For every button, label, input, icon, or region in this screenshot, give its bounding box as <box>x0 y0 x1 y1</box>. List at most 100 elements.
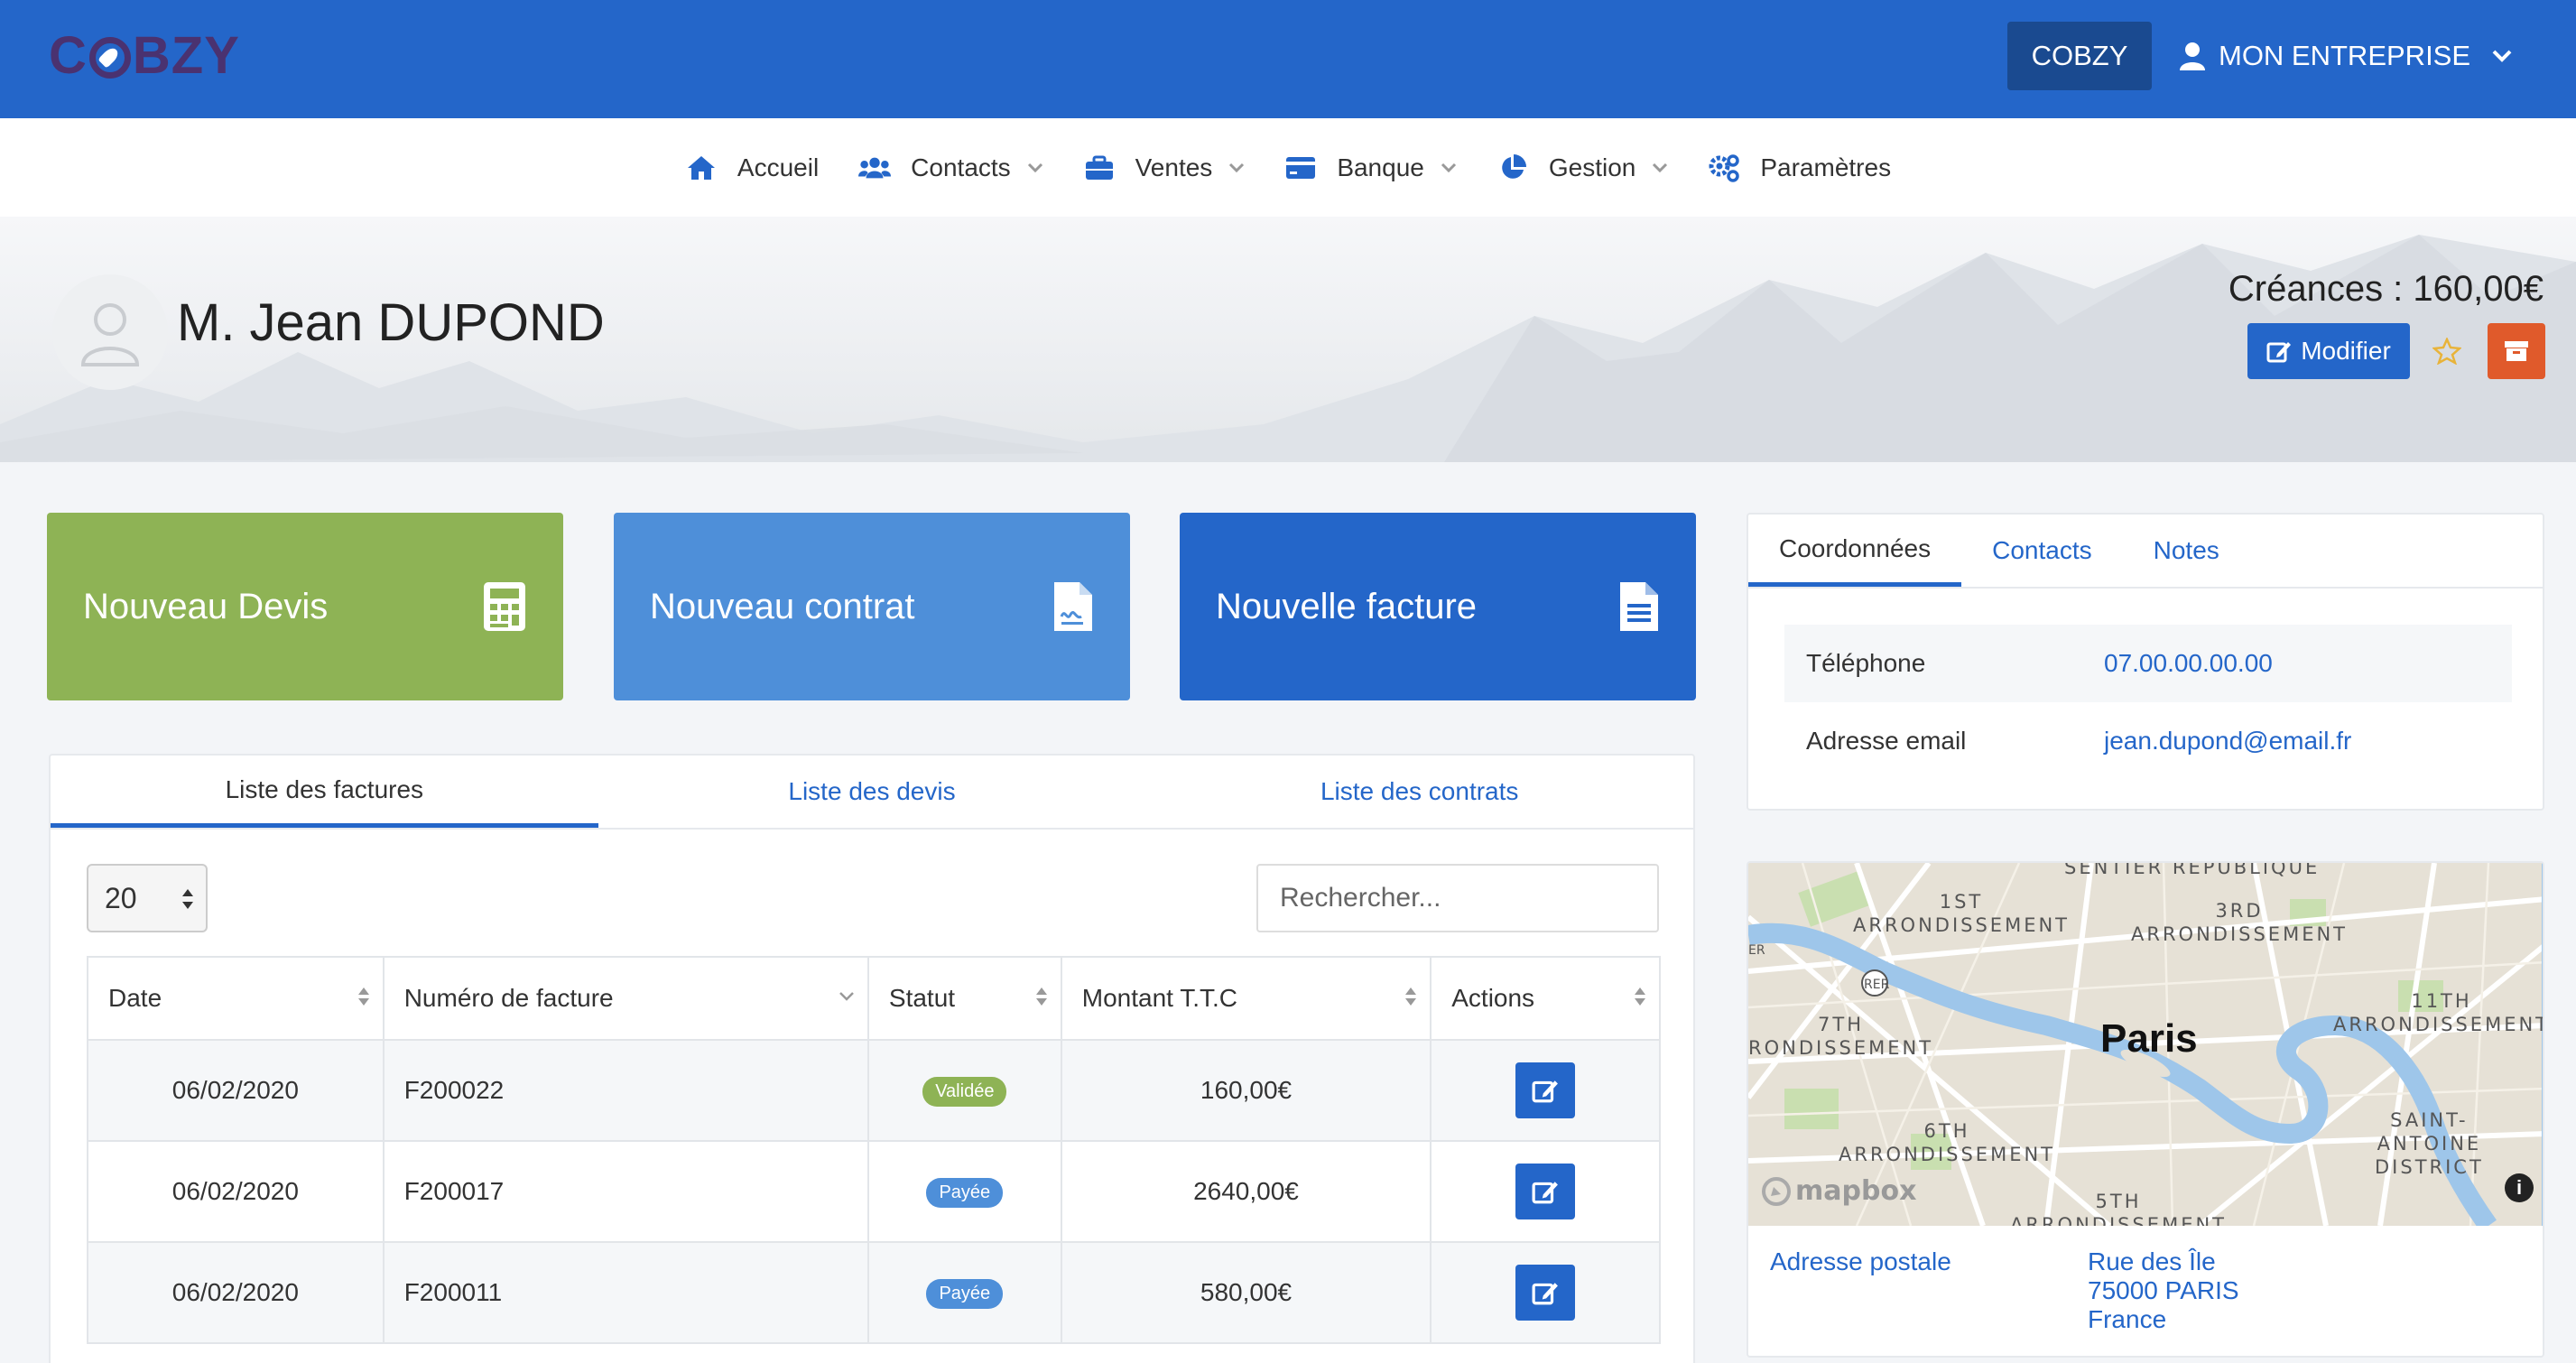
nav-accueil[interactable]: Accueil <box>685 152 819 184</box>
coordinates-list: Téléphone 07.00.00.00.00 Adresse email j… <box>1784 625 2512 780</box>
favorite-button[interactable] <box>2424 323 2469 379</box>
col-invoice-number[interactable]: Numéro de facture <box>382 956 869 1041</box>
col-actions[interactable]: Actions <box>1430 956 1661 1041</box>
phone-link[interactable]: 07.00.00.00.00 <box>2104 649 2273 678</box>
phone-label: Téléphone <box>1806 649 1926 677</box>
chevron-down-icon <box>2492 50 2512 62</box>
col-label: Montant T.T.C <box>1081 984 1237 1012</box>
map-label: 1ST ARRONDISSEMENT <box>1853 891 2071 936</box>
edit-icon <box>1532 1182 1559 1204</box>
nav-parametres[interactable]: Paramètres <box>1708 152 1891 184</box>
calculator-icon <box>484 582 525 631</box>
col-amount[interactable]: Montant T.T.C <box>1060 956 1432 1041</box>
col-label: Numéro de facture <box>403 984 614 1012</box>
contact-name: M. Jean DUPOND <box>177 293 605 352</box>
page-size-value: 20 <box>105 881 137 914</box>
cell-actions <box>1430 1140 1661 1243</box>
sort-desc-icon <box>839 992 854 1001</box>
info-icon[interactable]: i <box>2505 1173 2534 1202</box>
nav-contacts[interactable]: Contacts <box>858 152 1043 184</box>
new-quote-card[interactable]: Nouveau Devis <box>47 513 563 700</box>
email-label: Adresse email <box>1806 727 1967 755</box>
cell-date: 06/02/2020 <box>87 1140 385 1243</box>
chevron-down-icon <box>1441 162 1456 172</box>
edit-icon <box>1532 1080 1559 1103</box>
archive-button[interactable] <box>2488 323 2545 379</box>
gears-icon <box>1708 152 1740 184</box>
mapbox-attribution[interactable]: mapbox <box>1761 1175 1916 1207</box>
creances-total: Créances : 160,00€ <box>2228 269 2544 309</box>
tab-contracts[interactable]: Liste des contrats <box>1145 756 1693 828</box>
map-label: 6TH ARRONDISSEMENT <box>1839 1120 2056 1165</box>
mapbox-logo-icon <box>1762 1176 1791 1206</box>
nav-ventes[interactable]: Ventes <box>1083 152 1246 184</box>
map-label: 11TH ARRONDISSEMENT <box>2333 990 2544 1035</box>
cell-actions <box>1430 1241 1661 1344</box>
table-row: 06/02/2020 F200011 Payée 580,00€ <box>87 1241 1661 1344</box>
map-label: 7TH RONDISSEMENT <box>1748 1014 1934 1059</box>
address-map-panel: SENTIER RÉPUBLIQUE 1ST ARRONDISSEMENT 3R… <box>1747 861 2544 1358</box>
edit-icon <box>1532 1283 1559 1305</box>
new-contract-label: Nouveau contrat <box>650 586 915 626</box>
address-line: France <box>2088 1305 2167 1333</box>
cell-amount: 160,00€ <box>1060 1039 1432 1142</box>
tab-invoices[interactable]: Liste des factures <box>51 756 598 828</box>
logo-letter: C <box>49 26 88 85</box>
top-bar: C BZY COBZY MON ENTREPRISE <box>0 0 2576 118</box>
nav-label: Contacts <box>911 153 1011 181</box>
cell-status: Validée <box>866 1039 1062 1142</box>
cobzy-logo[interactable]: C BZY <box>49 25 240 86</box>
tab-quotes[interactable]: Liste des devis <box>598 756 1146 828</box>
edit-invoice-button[interactable] <box>1515 1062 1576 1118</box>
list-item: Adresse email jean.dupond@email.fr <box>1784 702 2512 780</box>
file-text-icon <box>1620 582 1658 631</box>
briefcase-icon <box>1083 152 1116 184</box>
table-row: 06/02/2020 F200017 Payée 2640,00€ <box>87 1140 1661 1243</box>
edit-invoice-button[interactable] <box>1515 1164 1576 1219</box>
table-row: 06/02/2020 F200022 Validée 160,00€ <box>87 1039 1661 1142</box>
home-icon <box>685 152 718 184</box>
pie-chart-icon <box>1496 152 1529 184</box>
edit-invoice-button[interactable] <box>1515 1265 1576 1321</box>
chevron-down-icon <box>1027 162 1042 172</box>
email-link[interactable]: jean.dupond@email.fr <box>2104 727 2351 756</box>
map-city-label: Paris <box>2100 1016 2198 1061</box>
nav-gestion[interactable]: Gestion <box>1496 152 1669 184</box>
logo-letters: BZY <box>132 26 240 85</box>
cell-actions <box>1430 1039 1661 1142</box>
company-button[interactable]: COBZY <box>2007 22 2152 90</box>
nav-banque[interactable]: Banque <box>1284 152 1457 184</box>
new-contract-card[interactable]: Nouveau contrat <box>614 513 1130 700</box>
archive-icon <box>2505 341 2528 361</box>
detail-tabs: Coordonnées Contacts Notes <box>1748 515 2543 589</box>
file-signature-icon <box>1054 582 1092 631</box>
modify-button[interactable]: Modifier <box>2247 323 2410 379</box>
nav-label: Accueil <box>737 153 820 181</box>
cell-amount: 580,00€ <box>1060 1241 1432 1344</box>
tab-contacts[interactable]: Contacts <box>1961 515 2123 587</box>
col-date[interactable]: Date <box>87 956 385 1041</box>
map[interactable]: SENTIER RÉPUBLIQUE 1ST ARRONDISSEMENT 3R… <box>1748 863 2544 1226</box>
col-label: Actions <box>1451 984 1535 1012</box>
new-quote-label: Nouveau Devis <box>83 586 329 626</box>
tab-coordonnees[interactable]: Coordonnées <box>1748 515 1962 587</box>
sort-icon <box>1035 987 1047 1006</box>
page-size-select[interactable]: 20 <box>87 864 208 932</box>
rocket-icon <box>88 37 131 79</box>
address-lines[interactable]: Rue des Île 75000 PARIS France <box>2088 1247 2239 1334</box>
new-invoice-card[interactable]: Nouvelle facture <box>1180 513 1696 700</box>
sort-icon <box>357 987 369 1006</box>
search-input[interactable] <box>1256 864 1659 932</box>
main-nav: Accueil Contacts Ventes Banque Gestion P… <box>0 118 2576 217</box>
col-status[interactable]: Statut <box>866 956 1062 1041</box>
cell-date: 06/02/2020 <box>87 1039 385 1142</box>
list-tabs: Liste des factures Liste des devis Liste… <box>51 756 1693 830</box>
contact-details-panel: Coordonnées Contacts Notes Téléphone 07.… <box>1747 513 2544 811</box>
rer-label: ER <box>1748 943 1765 958</box>
tab-notes[interactable]: Notes <box>2123 515 2250 587</box>
map-label: SAINT- ANTOINE DISTRICT <box>2375 1109 2484 1178</box>
user-icon <box>2180 42 2205 70</box>
map-label: 3RD ARRONDISSEMENT <box>2131 900 2349 945</box>
nav-label: Gestion <box>1548 153 1636 181</box>
user-menu[interactable]: MON ENTREPRISE <box>2179 22 2525 90</box>
